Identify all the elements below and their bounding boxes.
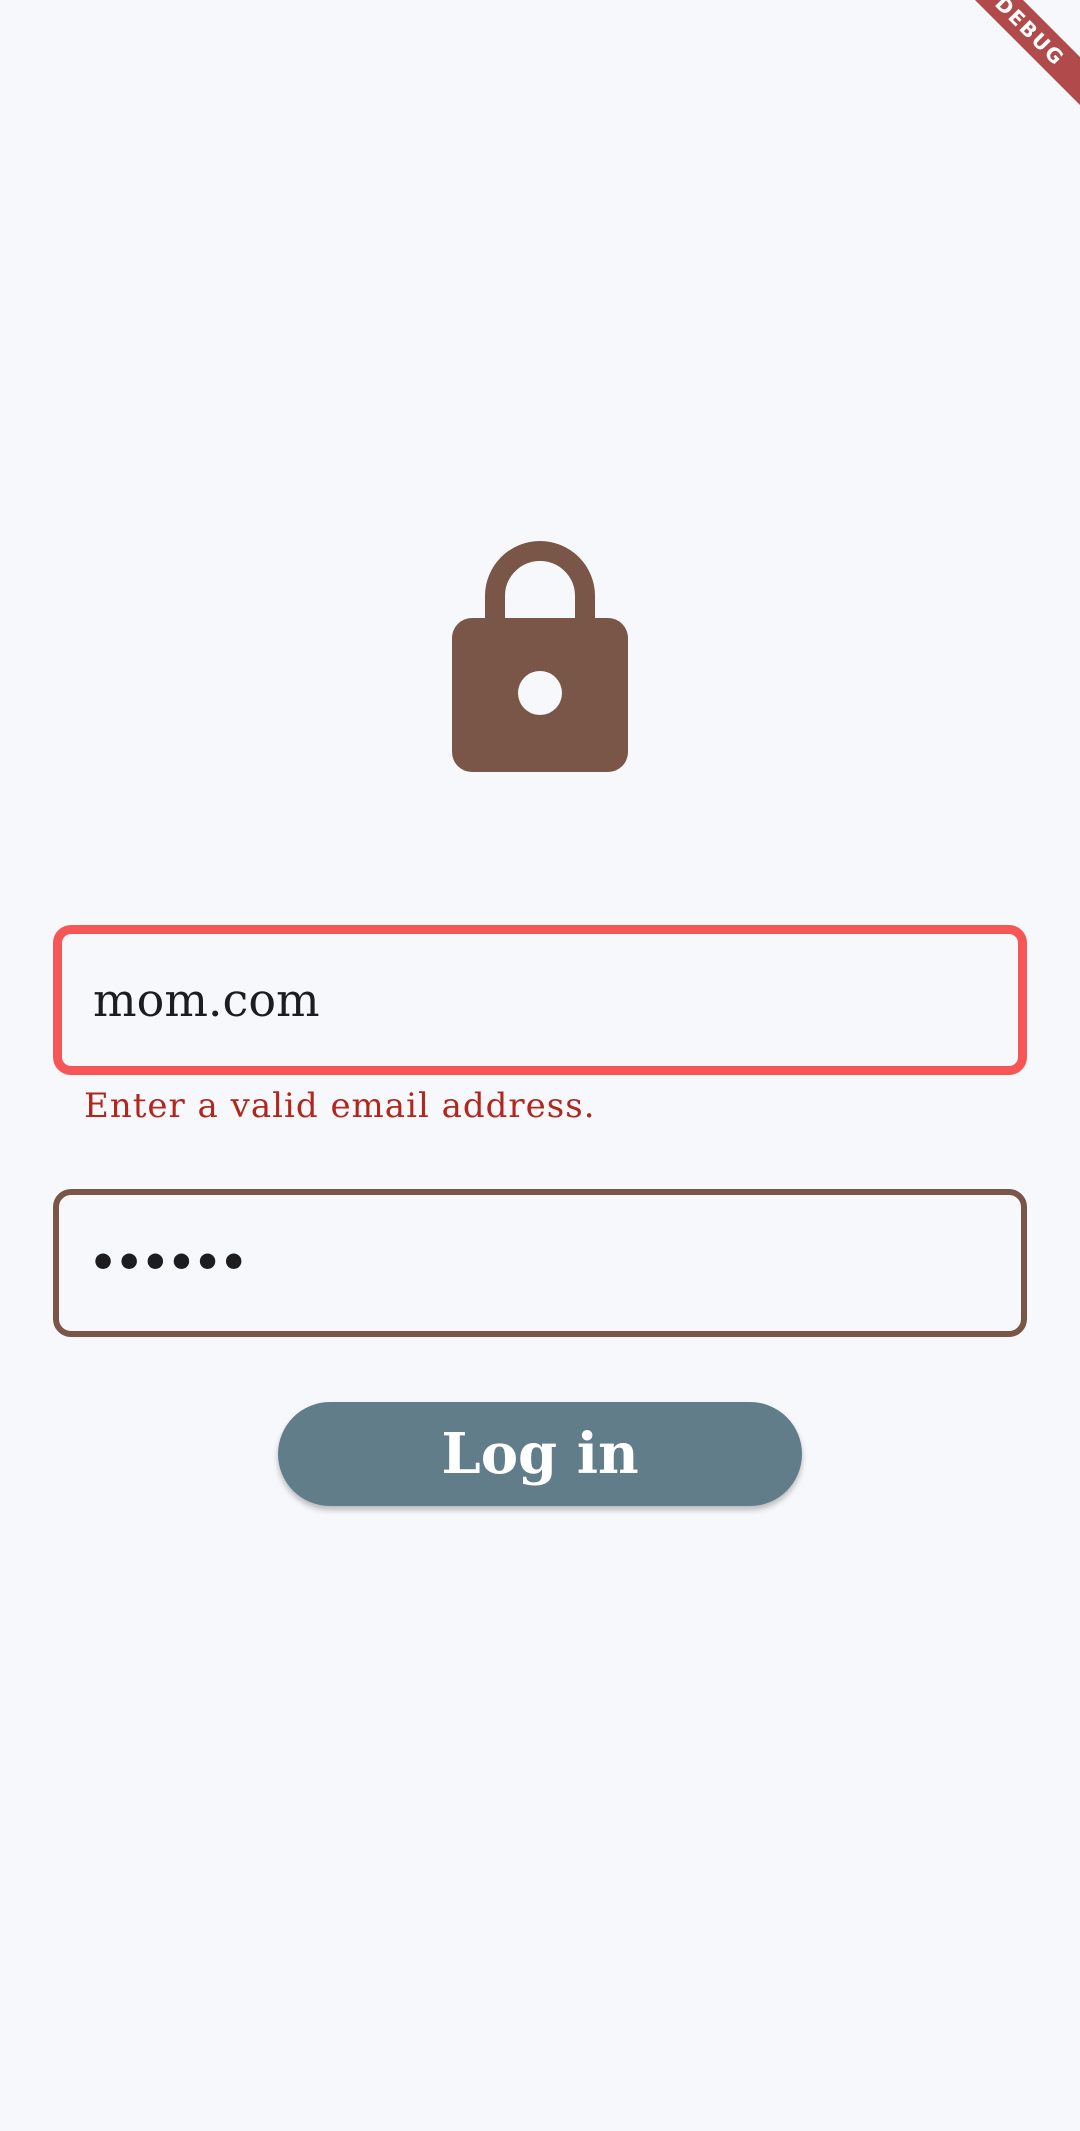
- email-field-value: mom.com: [93, 973, 320, 1027]
- email-error-message: Enter a valid email address.: [84, 1086, 596, 1126]
- login-button[interactable]: Log in: [278, 1402, 802, 1506]
- password-field-value: ••••••: [89, 1237, 248, 1289]
- debug-banner-label: DEBUG: [940, 0, 1080, 121]
- lock-icon: [452, 541, 628, 772]
- debug-banner: DEBUG: [920, 0, 1080, 160]
- email-field[interactable]: mom.com: [53, 925, 1027, 1075]
- password-field[interactable]: ••••••: [53, 1189, 1027, 1337]
